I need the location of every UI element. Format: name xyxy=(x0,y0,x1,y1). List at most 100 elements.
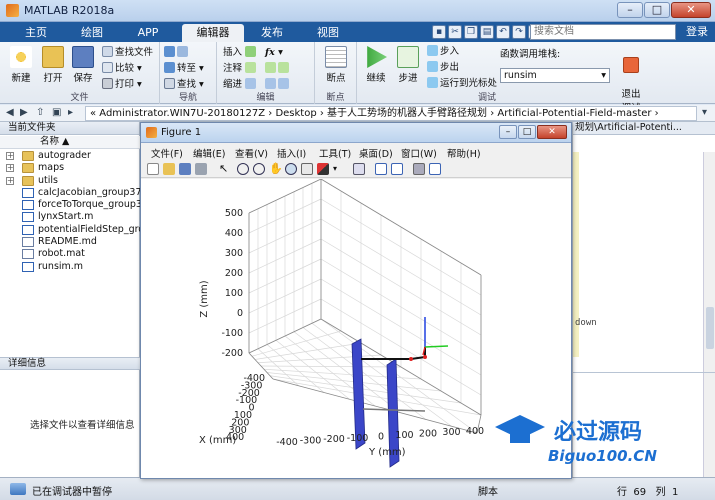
group-label-file: 文件 xyxy=(70,93,89,103)
paste-quick-icon[interactable]: ▤ xyxy=(480,25,494,39)
back-icon[interactable]: ◀ xyxy=(6,107,14,118)
path-dropdown-icon[interactable]: ▾ xyxy=(702,107,707,118)
menu-desktop[interactable]: 桌面(D) xyxy=(359,146,393,160)
save-button[interactable]: 保存 xyxy=(68,46,98,84)
menu-view[interactable]: 查看(V) xyxy=(235,146,268,160)
print-figure-icon[interactable] xyxy=(195,163,207,175)
insert-legend-icon[interactable] xyxy=(391,163,403,175)
list-item[interactable]: README.md xyxy=(0,236,140,248)
tab-view[interactable]: 视图 xyxy=(306,24,350,42)
insert-button[interactable]: 插入 xyxy=(223,46,258,60)
editor-scrollbar[interactable] xyxy=(703,152,715,374)
list-item[interactable]: forceToTorque_group37.m xyxy=(0,199,160,211)
step-out-button[interactable]: 步出 xyxy=(427,61,459,75)
continue-button[interactable]: 继续 xyxy=(361,46,391,84)
zoom-in-icon[interactable] xyxy=(237,163,249,175)
figure-icon xyxy=(146,127,157,138)
folder-icon xyxy=(22,163,34,174)
open-file-icon[interactable] xyxy=(163,163,175,175)
save-figure-icon[interactable] xyxy=(179,163,191,175)
insert-colorbar-icon[interactable] xyxy=(375,163,387,175)
list-item[interactable]: + utils xyxy=(0,175,140,187)
tab-editor[interactable]: 编辑器 xyxy=(182,24,244,42)
list-item[interactable]: + maps xyxy=(0,162,140,174)
show-plot-tools-icon[interactable] xyxy=(429,163,441,175)
close-button[interactable]: ✕ xyxy=(671,2,711,18)
redo-quick-icon[interactable]: ↷ xyxy=(512,25,526,39)
goto-icon xyxy=(164,62,175,73)
list-item[interactable]: calcJacobian_group37.m xyxy=(0,187,154,199)
save-quick-icon[interactable]: ▪ xyxy=(432,25,446,39)
open-button[interactable]: 打开 xyxy=(38,46,68,84)
editor-path-tab[interactable]: 规划\Artificial-Potenti... xyxy=(573,122,715,135)
list-item[interactable]: + autograder xyxy=(0,150,140,162)
run-to-cursor-button[interactable]: 运行到光标处 xyxy=(427,77,497,91)
call-stack-dropdown[interactable]: runsim ▾ xyxy=(500,68,610,83)
brush-dropdown-icon[interactable]: ▾ xyxy=(333,163,345,175)
figure-maximize-button[interactable]: □ xyxy=(518,125,536,139)
z-tick-label: 100 xyxy=(225,288,243,299)
list-item[interactable]: potentialFieldStep_group37.m xyxy=(0,224,181,236)
tab-publish[interactable]: 发布 xyxy=(250,24,294,42)
goto-button[interactable]: 转至 ▾ xyxy=(164,62,204,76)
expand-icon[interactable]: + xyxy=(6,164,14,173)
cut-quick-icon[interactable]: ✂ xyxy=(448,25,462,39)
menu-tools[interactable]: 工具(T) xyxy=(319,146,351,160)
tab-apps[interactable]: APP xyxy=(126,24,170,42)
name-column-header[interactable]: 名称 ▲ xyxy=(0,136,140,149)
maximize-button[interactable]: □ xyxy=(644,2,670,18)
login-button[interactable]: 登录 xyxy=(680,24,714,40)
copy-quick-icon[interactable]: ❐ xyxy=(464,25,478,39)
breakpoints-button[interactable]: 断点 xyxy=(321,46,351,84)
step-in-button[interactable]: 步入 xyxy=(427,45,459,59)
list-item[interactable]: runsim.m xyxy=(0,261,140,273)
new-figure-icon[interactable] xyxy=(147,163,159,175)
brush-icon[interactable] xyxy=(317,163,329,175)
expand-icon[interactable]: + xyxy=(6,152,14,160)
editor-code-fragment[interactable]: down xyxy=(575,318,597,328)
tab-plots[interactable]: 绘图 xyxy=(70,24,114,42)
step-icon xyxy=(397,46,419,68)
search-documentation-input[interactable]: 搜索文档 xyxy=(530,24,676,40)
editor-scroll-thumb[interactable] xyxy=(706,307,714,349)
undo-quick-icon[interactable]: ↶ xyxy=(496,25,510,39)
menu-file[interactable]: 文件(F) xyxy=(151,146,183,160)
tab-home[interactable]: 主页 xyxy=(14,24,58,42)
quit-debug-button[interactable]: 退出 调试 xyxy=(616,46,646,114)
figure-minimize-button[interactable]: – xyxy=(499,125,517,139)
pan-hand-icon[interactable]: ✋ xyxy=(269,163,283,175)
edit-plot-icon[interactable]: ↖ xyxy=(219,163,231,175)
hide-plot-tools-icon[interactable] xyxy=(413,163,425,175)
window-title: MATLAB R2018a xyxy=(24,4,115,17)
uncomment-button[interactable] xyxy=(265,62,291,76)
list-item[interactable]: robot.mat xyxy=(0,248,140,260)
browse-folder-icon[interactable]: ▣ xyxy=(52,107,61,118)
new-button[interactable]: 新建 xyxy=(6,46,36,84)
rotate-3d-icon[interactable] xyxy=(285,163,297,175)
find-files-button[interactable]: 查找文件 xyxy=(102,46,153,60)
figure-close-button[interactable]: ✕ xyxy=(537,125,567,139)
comment-button[interactable]: 注释 xyxy=(223,62,258,76)
up-folder-icon[interactable]: ⇧ xyxy=(36,107,44,118)
file-list: + autograder + maps + utils calcJacobian_group… xyxy=(0,150,181,273)
minimize-button[interactable]: – xyxy=(617,2,643,18)
forward-icon[interactable]: ▶ xyxy=(20,107,28,118)
current-folder-path[interactable]: « Administrator.WIN7U-20180127Z › Deskto… xyxy=(85,106,697,121)
data-cursor-icon[interactable] xyxy=(301,163,313,175)
compare-button[interactable]: 比较 ▾ xyxy=(102,62,142,76)
menu-help[interactable]: 帮助(H) xyxy=(447,146,481,160)
history-dropdown-icon[interactable]: ▸ xyxy=(68,107,73,118)
zoom-out-icon[interactable] xyxy=(253,163,265,175)
back-forward-buttons[interactable] xyxy=(164,46,190,60)
link-plot-icon[interactable] xyxy=(353,163,365,175)
command-window-scrollbar[interactable] xyxy=(703,373,715,478)
menu-window[interactable]: 窗口(W) xyxy=(401,146,437,160)
insert-function-button[interactable]: fx ▾ xyxy=(265,46,283,60)
menu-edit[interactable]: 编辑(E) xyxy=(193,146,225,160)
open-folder-icon xyxy=(42,46,64,68)
y-tick-label: -300 xyxy=(300,436,322,447)
list-item[interactable]: lynxStart.m xyxy=(0,211,140,223)
expand-icon[interactable]: + xyxy=(6,176,14,185)
menu-insert[interactable]: 插入(I) xyxy=(277,146,306,160)
step-button[interactable]: 步进 xyxy=(393,46,423,84)
